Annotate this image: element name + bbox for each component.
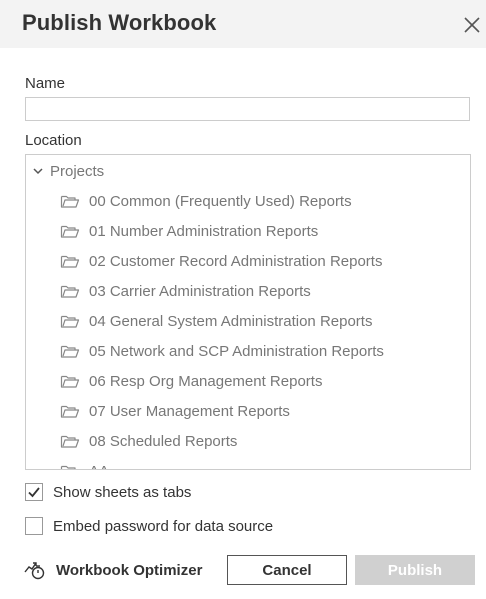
- close-icon[interactable]: [461, 14, 483, 36]
- tree-item-label: 06 Resp Org Management Reports: [89, 372, 323, 390]
- chevron-down-icon[interactable]: [32, 165, 44, 177]
- show-sheets-label: Show sheets as tabs: [53, 483, 192, 501]
- tree-item[interactable]: 01 Number Administration Reports: [60, 219, 318, 243]
- tree-item[interactable]: 00 Common (Frequently Used) Reports: [60, 189, 352, 213]
- tree-item-label: 01 Number Administration Reports: [89, 222, 319, 240]
- folder-icon: [60, 375, 80, 388]
- folder-icon: [60, 195, 80, 208]
- cancel-button[interactable]: Cancel: [227, 555, 347, 585]
- tree-item[interactable]: 08 Scheduled Reports: [60, 429, 237, 453]
- embed-password-option[interactable]: Embed password for data source: [25, 515, 273, 537]
- location-tree[interactable]: Projects 00 Common (Frequently Used) Rep…: [25, 154, 471, 470]
- tree-item[interactable]: 02 Customer Record Administration Report…: [60, 249, 382, 273]
- dialog-header: Publish Workbook: [0, 0, 486, 48]
- name-label: Name: [25, 75, 66, 92]
- publish-workbook-dialog: Publish Workbook Name Location Projects …: [0, 0, 486, 599]
- tree-item-label: 07 User Management Reports: [89, 402, 290, 420]
- optimizer-label: Workbook Optimizer: [56, 561, 203, 579]
- folder-icon: [60, 255, 80, 268]
- tree-item[interactable]: 06 Resp Org Management Reports: [60, 369, 322, 393]
- folder-icon: [60, 225, 80, 238]
- tree-item[interactable]: AA: [60, 459, 109, 470]
- embed-password-label: Embed password for data source: [53, 517, 274, 535]
- folder-icon: [60, 405, 80, 418]
- tree-root-projects[interactable]: Projects: [32, 161, 104, 181]
- tree-item-label: AA: [89, 463, 109, 470]
- publish-button[interactable]: Publish: [355, 555, 475, 585]
- name-input[interactable]: [25, 97, 470, 121]
- tree-item-label: 04 General System Administration Reports: [89, 312, 373, 330]
- folder-icon: [60, 315, 80, 328]
- checkmark-icon: [28, 487, 40, 498]
- dialog-title: Publish Workbook: [22, 10, 217, 35]
- folder-icon: [60, 285, 80, 298]
- tree-item-label: 05 Network and SCP Administration Report…: [89, 342, 384, 360]
- optimizer-icon: [24, 562, 45, 580]
- show-sheets-checkbox[interactable]: [25, 483, 43, 501]
- tree-item-label: 00 Common (Frequently Used) Reports: [89, 192, 352, 210]
- tree-item[interactable]: 05 Network and SCP Administration Report…: [60, 339, 384, 363]
- embed-password-checkbox[interactable]: [25, 517, 43, 535]
- tree-item-label: 08 Scheduled Reports: [89, 432, 238, 450]
- tree-item[interactable]: 03 Carrier Administration Reports: [60, 279, 311, 303]
- folder-icon: [60, 435, 80, 448]
- folder-icon: [60, 345, 80, 358]
- tree-item-label: 03 Carrier Administration Reports: [89, 282, 311, 300]
- folder-icon: [60, 465, 76, 469]
- tree-item[interactable]: 04 General System Administration Reports: [60, 309, 372, 333]
- tree-item-label: 02 Customer Record Administration Report…: [89, 252, 383, 270]
- workbook-optimizer-link[interactable]: Workbook Optimizer: [24, 558, 202, 582]
- location-label: Location: [25, 132, 82, 149]
- tree-item[interactable]: 07 User Management Reports: [60, 399, 290, 423]
- show-sheets-option[interactable]: Show sheets as tabs: [25, 481, 191, 503]
- tree-root-label: Projects: [50, 162, 105, 180]
